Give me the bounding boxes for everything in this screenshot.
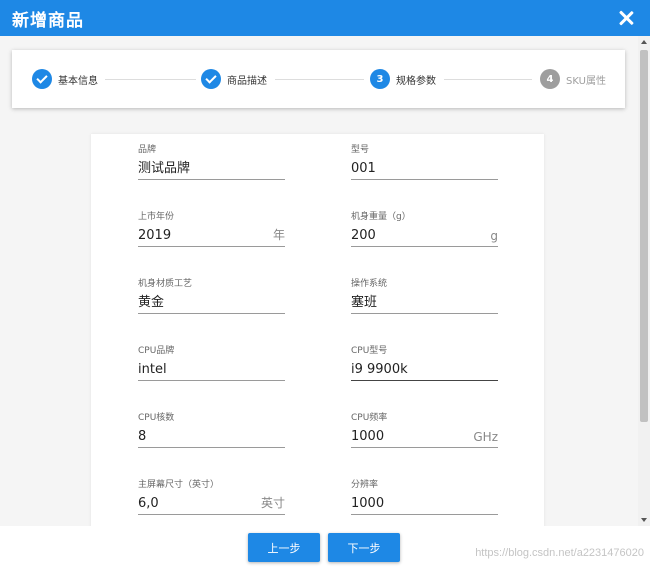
vertical-scrollbar[interactable] [638,36,650,526]
dialog-footer: 上一步 下一步 https://blog.csdn.net/a223147602… [0,526,650,570]
step-description[interactable]: 商品描述 [201,69,267,89]
step-label: 商品描述 [227,75,267,87]
field-label: 机身材质工艺 [138,279,193,289]
field-label: CPU型号 [351,346,388,356]
step-connector [105,79,196,80]
cpu-model-field[interactable]: CPU型号 i9 9900k [351,345,498,381]
field-label: CPU核数 [138,413,175,423]
step-label: SKU属性 [566,75,606,87]
close-icon[interactable] [616,8,636,28]
step-basic-info[interactable]: 基本信息 [32,69,98,89]
field-value[interactable]: intel [138,362,167,377]
scroll-up-icon[interactable] [641,40,647,44]
field-value[interactable]: 1000 [351,429,384,444]
field-value[interactable]: 2019 [138,228,171,243]
dialog-title: 新增商品 [12,10,84,31]
cpu-brand-field[interactable]: CPU品牌 intel [138,345,285,381]
resolution-field[interactable]: 分辨率 1000 [351,479,498,515]
step-specs[interactable]: 3 规格参数 [370,69,436,89]
material-field[interactable]: 机身材质工艺 黄金 [138,278,285,314]
field-label: 主屏幕尺寸（英寸） [138,480,220,490]
field-value[interactable]: 8 [138,429,146,444]
watermark: https://blog.csdn.net/a2231476020 [475,547,644,559]
field-label: CPU品牌 [138,346,175,356]
field-value[interactable]: 200 [351,228,376,243]
scroll-down-icon[interactable] [641,518,647,522]
field-suffix: 英寸 [260,496,285,510]
field-value[interactable]: 001 [351,161,376,176]
field-suffix: g [490,229,498,243]
brand-field[interactable]: 品牌 测试品牌 [138,144,285,180]
field-label: 上市年份 [138,212,175,222]
dialog-body: 基本信息 商品描述 3 规格参数 4 SKU属性 品牌 测试品牌 型号 001 … [0,36,650,526]
release-year-field[interactable]: 上市年份 2019 年 [138,211,285,247]
step-number: 4 [540,69,560,89]
step-number: 3 [370,69,390,89]
step-connector [275,79,364,80]
field-value[interactable]: 黄金 [138,291,164,310]
step-2-check-icon [201,69,221,89]
field-label: 操作系统 [351,279,388,289]
screen-size-field[interactable]: 主屏幕尺寸（英寸） 6,0 英寸 [138,479,285,515]
field-label: 机身重量（g） [351,212,411,222]
step-sku[interactable]: 4 SKU属性 [540,69,606,89]
field-label: 型号 [351,145,370,155]
weight-field[interactable]: 机身重量（g） 200 g [351,211,498,247]
model-field[interactable]: 型号 001 [351,144,498,180]
field-value[interactable]: 测试品牌 [138,157,190,176]
field-suffix: GHz [473,430,498,444]
spec-form: 品牌 测试品牌 型号 001 上市年份 2019 年 机身重量（g） 200 g 机… [91,134,544,526]
next-step-button[interactable]: 下一步 [328,533,400,562]
stepper: 基本信息 商品描述 3 规格参数 4 SKU属性 [12,50,625,108]
field-label: 品牌 [138,145,157,155]
prev-step-button[interactable]: 上一步 [248,533,320,562]
dialog-header: 新增商品 [0,0,650,36]
step-connector [444,79,532,80]
scrollbar-thumb[interactable] [640,50,648,422]
field-value[interactable]: 6,0 [138,496,159,511]
field-value[interactable]: i9 9900k [351,362,408,377]
step-label: 基本信息 [58,75,98,87]
field-value[interactable]: 1000 [351,496,384,511]
field-label: CPU频率 [351,413,388,423]
field-label: 分辨率 [351,480,379,490]
step-1-check-icon [32,69,52,89]
cpu-cores-field[interactable]: CPU核数 8 [138,412,285,448]
field-suffix: 年 [272,228,285,242]
os-field[interactable]: 操作系统 塞班 [351,278,498,314]
cpu-frequency-field[interactable]: CPU频率 1000 GHz [351,412,498,448]
step-label: 规格参数 [396,75,436,87]
field-value[interactable]: 塞班 [351,291,377,310]
